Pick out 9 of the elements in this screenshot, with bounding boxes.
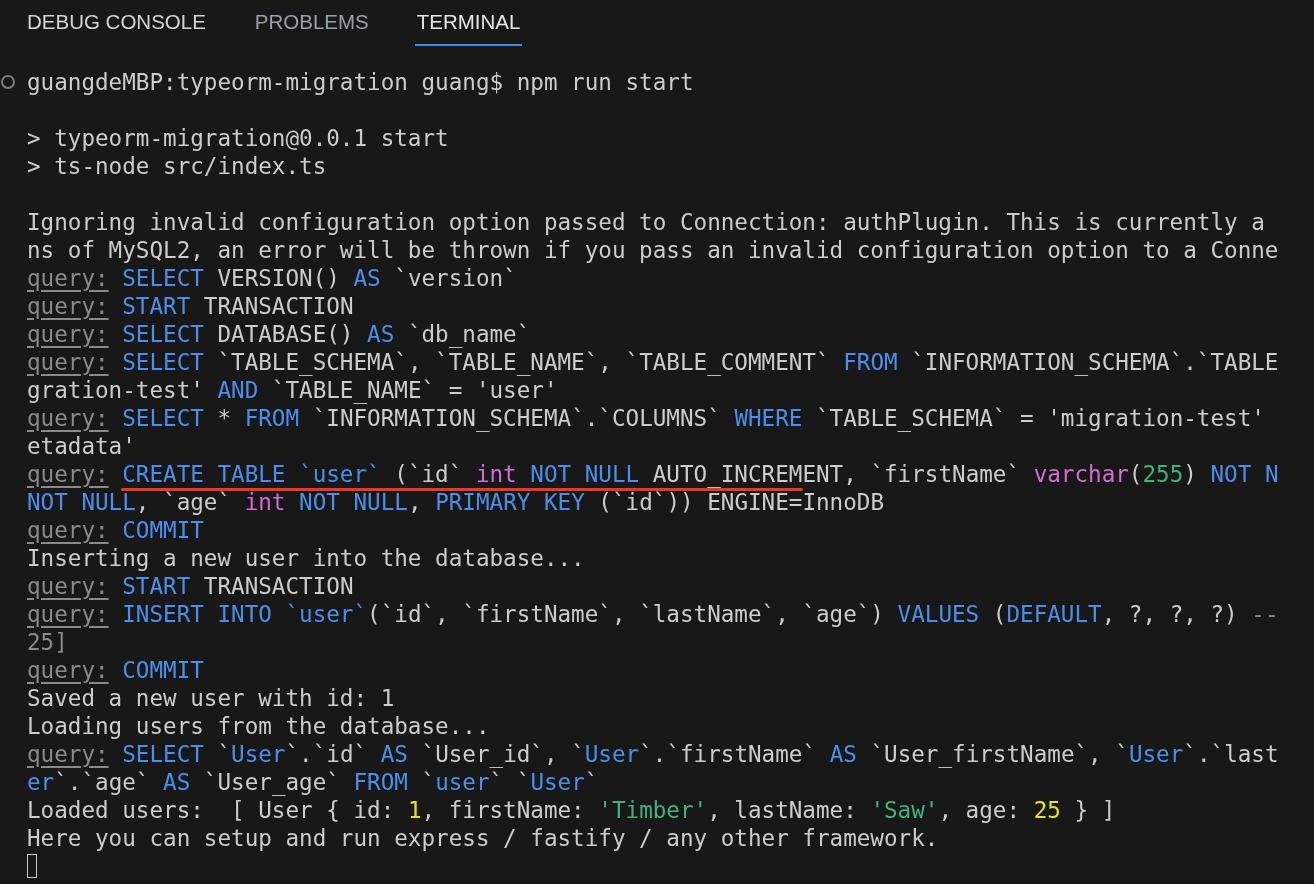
panel-tab[interactable]: TERMINAL — [414, 8, 523, 46]
panel-tab[interactable]: PROBLEMS — [254, 8, 369, 46]
panel-tab[interactable]: DEBUG CONSOLE — [27, 8, 206, 46]
terminal-line: > ts-node src/index.ts — [27, 156, 327, 176]
prompt-circle-icon — [1, 75, 15, 89]
terminal-line: Saved a new user with id: 1 — [27, 688, 395, 708]
terminal-line: etadata' — [27, 436, 136, 456]
text-cursor — [27, 854, 37, 878]
terminal-line: 25] — [27, 632, 68, 652]
